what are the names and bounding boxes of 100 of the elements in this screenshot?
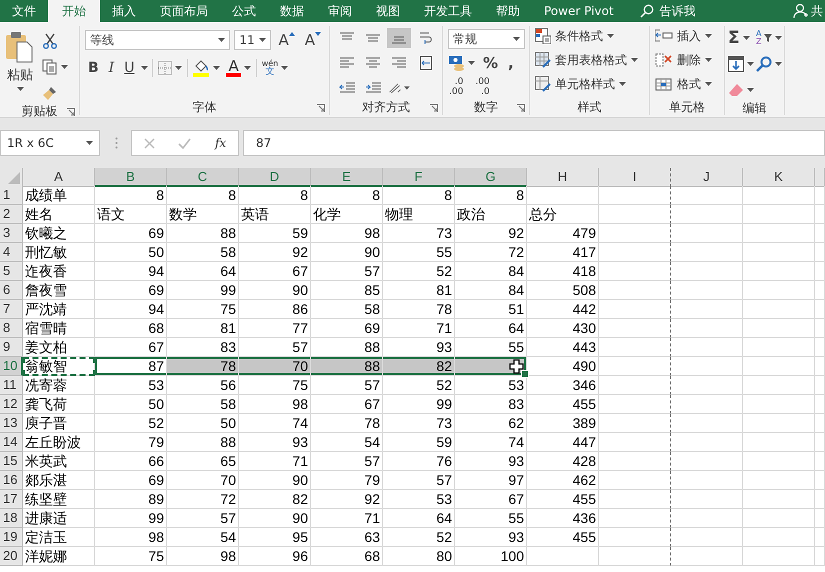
row-header[interactable]: 2 [0, 205, 23, 224]
row-header[interactable]: 12 [0, 395, 23, 414]
font-color-button[interactable]: A [225, 58, 252, 78]
row-header[interactable]: 16 [0, 471, 23, 490]
row-header[interactable]: 8 [0, 319, 23, 338]
table-cell [743, 319, 815, 338]
column-header[interactable]: B [95, 168, 167, 187]
styles-menu-button[interactable]: 单元格样式 [535, 74, 644, 94]
dialog-launcher-icon[interactable] [517, 104, 525, 112]
table-cell [743, 433, 815, 452]
column-header[interactable]: H [527, 168, 599, 187]
column-header[interactable]: J [671, 168, 743, 187]
grip-icon[interactable] [115, 137, 118, 149]
autosum-button[interactable]: Σ [727, 28, 755, 48]
row-header[interactable]: 3 [0, 224, 23, 243]
table-cell [815, 319, 825, 338]
number-format-dropdown[interactable]: 常规 [448, 29, 525, 49]
row-header[interactable]: 20 [0, 547, 23, 566]
font-name-dropdown[interactable]: 等线 [85, 30, 230, 50]
caret-icon [747, 88, 754, 92]
ribbon-tab[interactable]: 插入 [100, 0, 148, 22]
row-header[interactable]: 17 [0, 490, 23, 509]
table-cell: 87 [95, 357, 167, 376]
styles-menu-button[interactable]: 条件格式 [535, 26, 644, 46]
ribbon-tab[interactable]: 数据 [268, 0, 316, 22]
row-header[interactable]: 10 [0, 357, 23, 376]
formula-input[interactable]: 87 [243, 130, 825, 156]
ribbon-tab[interactable]: 视图 [364, 0, 412, 22]
sort-filter-button[interactable]: A Z [755, 28, 785, 48]
dialog-launcher-icon[interactable] [317, 104, 325, 112]
paste-button[interactable]: 粘贴 [5, 29, 35, 103]
decrease-decimal-button[interactable]: .00 .0 [474, 77, 491, 99]
ribbon-tab[interactable]: 审阅 [316, 0, 364, 22]
percent-style-button[interactable]: % [480, 53, 502, 73]
phonetic-guide-button[interactable]: wén 文 [260, 58, 290, 78]
currency-button[interactable] [448, 53, 476, 73]
table-cell: 57 [167, 509, 239, 528]
insert-function-button[interactable]: fx [214, 133, 228, 153]
increase-font-size-button[interactable]: A [275, 30, 298, 50]
row-header[interactable]: 18 [0, 509, 23, 528]
row-header[interactable]: 4 [0, 243, 23, 262]
styles-menu-button[interactable]: 套用表格格式 [535, 50, 644, 70]
copy-button[interactable] [41, 57, 69, 77]
ribbon-tab[interactable]: 页面布局 [148, 0, 220, 22]
dialog-launcher-icon[interactable] [430, 104, 438, 112]
cells-menu-button[interactable]: 格式 [655, 74, 719, 94]
group-label: 数字 [474, 98, 498, 116]
name-box[interactable]: 1R x 6C [0, 130, 100, 156]
column-header[interactable]: F [383, 168, 455, 187]
borders-button[interactable] [157, 58, 184, 78]
table-cell: 龚飞荷 [23, 395, 95, 414]
share-button[interactable]: 共 [793, 0, 825, 22]
column-header[interactable]: E [311, 168, 383, 187]
row-header[interactable]: 9 [0, 338, 23, 357]
ribbon-tab[interactable]: 公式 [220, 0, 268, 22]
cells-menu-button[interactable]: 删除 [655, 50, 719, 70]
ribbon-tab[interactable]: 文件 [0, 0, 48, 22]
table-cell: 98 [311, 224, 383, 243]
dialog-launcher-icon[interactable] [67, 108, 75, 116]
row-header[interactable]: 7 [0, 300, 23, 319]
bottom-align-button[interactable] [387, 28, 411, 48]
row-header[interactable]: 6 [0, 281, 23, 300]
table-cell: 63 [311, 528, 383, 547]
cells-menu-button[interactable]: 插入 [655, 26, 719, 46]
table-cell [743, 338, 815, 357]
row-header[interactable]: 1 [0, 186, 23, 205]
comma-style-button[interactable]: , [505, 53, 517, 73]
table-cell [671, 224, 743, 243]
ribbon-tab[interactable]: Power Pivot [532, 0, 626, 22]
fill-color-button[interactable] [192, 58, 222, 78]
table-cell: 73 [383, 414, 455, 433]
find-select-button[interactable] [755, 54, 785, 74]
font-size-dropdown[interactable]: 11 [234, 30, 272, 50]
fill-button[interactable] [727, 54, 755, 74]
underline-button[interactable]: U [121, 58, 138, 78]
column-header[interactable]: C [167, 168, 239, 187]
row-header[interactable]: 19 [0, 528, 23, 547]
row-header[interactable]: 14 [0, 433, 23, 452]
column-header[interactable]: K [743, 168, 815, 187]
decrease-font-size-button[interactable]: A [302, 30, 324, 50]
row-header[interactable]: 13 [0, 414, 23, 433]
row-header[interactable]: 11 [0, 376, 23, 395]
table-cell [599, 509, 671, 528]
tell-me-search[interactable]: 告诉我 [640, 0, 696, 22]
column-header[interactable]: G [455, 168, 527, 187]
column-header[interactable]: D [239, 168, 311, 187]
table-cell: 74 [239, 414, 311, 433]
italic-button[interactable]: I [106, 58, 118, 78]
fill-handle[interactable] [521, 370, 529, 378]
row-header[interactable]: 5 [0, 262, 23, 281]
column-header[interactable]: A [23, 168, 95, 187]
ribbon-tab[interactable]: 开始 [48, 0, 100, 22]
table-cell: 92 [239, 243, 311, 262]
increase-decimal-button[interactable]: .0 .00 [448, 77, 464, 99]
ribbon-tab[interactable]: 帮助 [484, 0, 532, 22]
row-header[interactable]: 15 [0, 452, 23, 471]
bold-button[interactable]: B [85, 58, 102, 78]
column-header[interactable]: I [599, 168, 671, 187]
ribbon-tab[interactable]: 开发工具 [412, 0, 484, 22]
caret-icon [747, 62, 754, 66]
